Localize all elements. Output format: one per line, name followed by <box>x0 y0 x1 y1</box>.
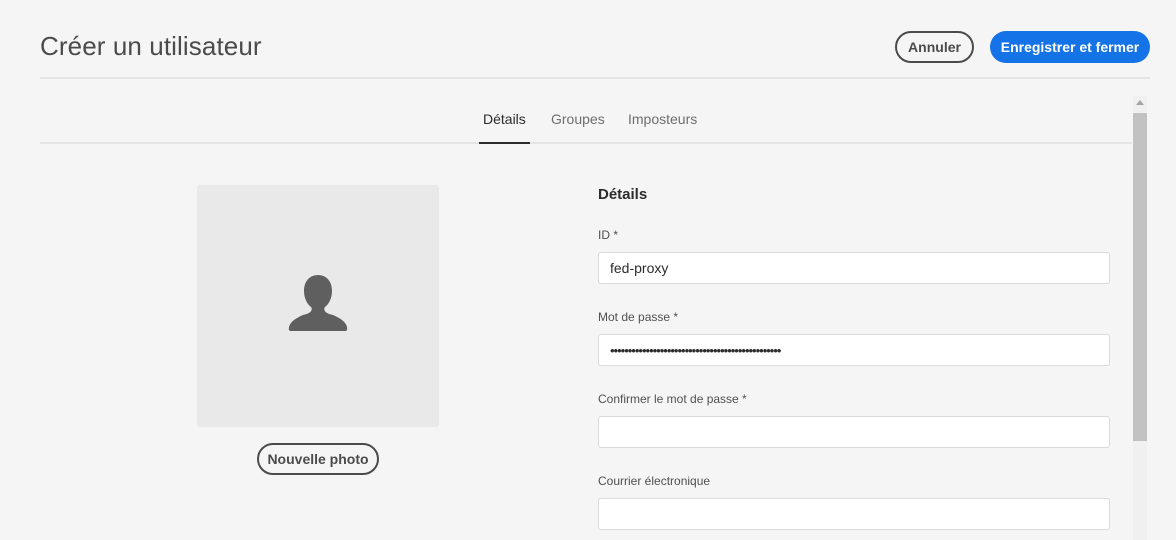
confirm-password-label: Confirmer le mot de passe * <box>598 392 747 406</box>
tab-details[interactable]: Détails <box>479 111 530 144</box>
password-label: Mot de passe * <box>598 310 679 324</box>
cancel-button[interactable]: Annuler <box>895 31 974 63</box>
id-label: ID * <box>598 228 619 242</box>
email-input[interactable] <box>598 498 1110 530</box>
scroll-up-arrow-icon[interactable] <box>1136 100 1144 105</box>
scrollbar-thumb[interactable] <box>1133 113 1147 441</box>
user-photo-placeholder <box>197 185 439 427</box>
email-label: Courrier électronique <box>598 474 711 488</box>
create-user-page: Créer un utilisateur Annuler Enregistrer… <box>0 0 1176 540</box>
vertical-scrollbar[interactable] <box>1133 96 1147 540</box>
save-and-close-button[interactable]: Enregistrer et fermer <box>990 31 1150 63</box>
password-input[interactable] <box>598 334 1110 366</box>
tab-groups[interactable]: Groupes <box>551 111 605 142</box>
page-header: Créer un utilisateur Annuler Enregistrer… <box>40 0 1150 79</box>
user-silhouette-icon <box>288 275 348 331</box>
page-title: Créer un utilisateur <box>40 31 262 61</box>
tab-bar: Détails Groupes Imposteurs <box>40 96 1132 144</box>
tab-impostors[interactable]: Imposteurs <box>628 111 697 142</box>
id-input[interactable] <box>598 252 1110 284</box>
confirm-password-input[interactable] <box>598 416 1110 448</box>
new-photo-button[interactable]: Nouvelle photo <box>257 443 379 475</box>
details-section-title: Détails <box>598 186 648 203</box>
